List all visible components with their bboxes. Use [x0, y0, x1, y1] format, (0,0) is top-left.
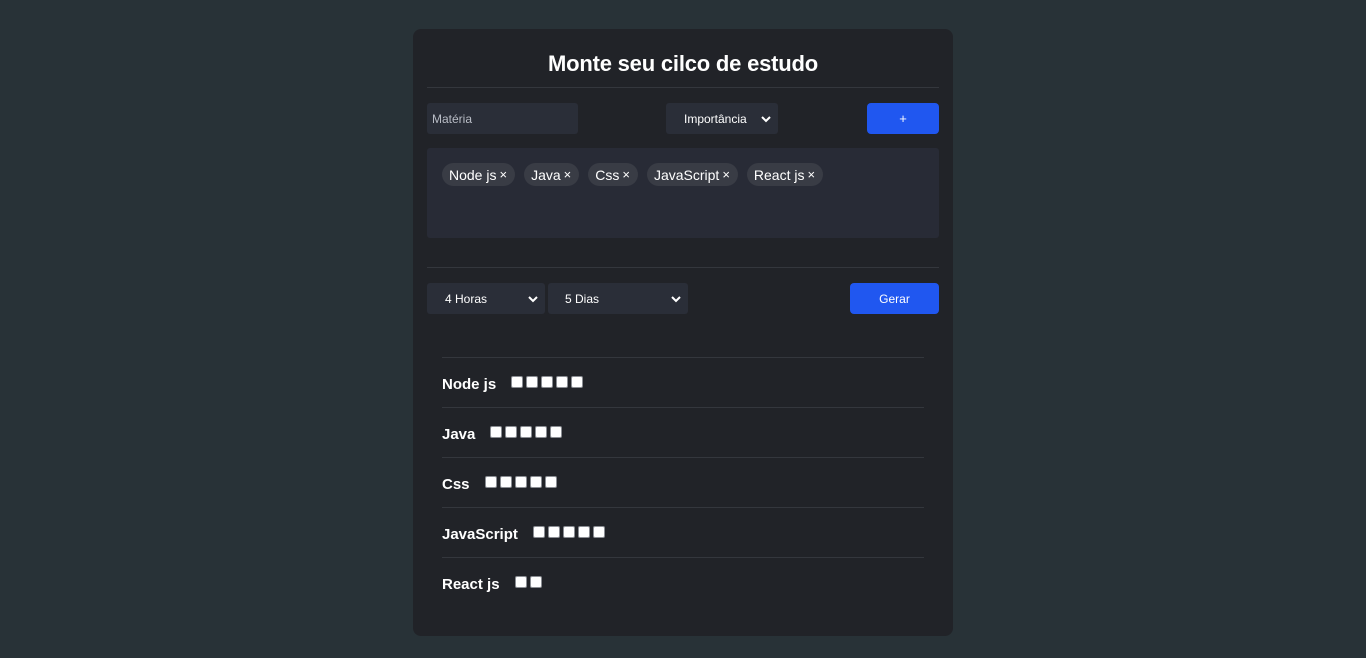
day-checkbox[interactable]: [499, 475, 512, 488]
hours-select[interactable]: 4 Horas: [427, 283, 545, 314]
schedule-row: Java: [442, 407, 924, 457]
schedule-list: Node js Java Css JavaScript React js: [442, 357, 924, 607]
remove-tag-icon[interactable]: ×: [499, 167, 507, 182]
day-checkbox[interactable]: [541, 375, 554, 388]
subject-tag-label: JavaScript: [653, 166, 720, 183]
subject-tag: JavaScript ×: [646, 163, 738, 186]
day-checkbox[interactable]: [577, 525, 590, 538]
day-checkboxes: [490, 425, 563, 438]
day-checkboxes: [484, 475, 557, 488]
day-checkbox[interactable]: [556, 375, 569, 388]
day-checkbox[interactable]: [514, 575, 527, 588]
day-checkbox[interactable]: [547, 525, 560, 538]
day-checkbox[interactable]: [490, 425, 503, 438]
schedule-row: React js: [442, 557, 924, 607]
subject-tag-label: Java: [531, 166, 561, 183]
day-checkbox[interactable]: [535, 425, 548, 438]
day-checkboxes: [532, 525, 605, 538]
importance-select-value: Importância: [684, 111, 747, 126]
hours-select-value: 4 Horas: [445, 291, 488, 306]
remove-tag-icon[interactable]: ×: [722, 167, 730, 182]
days-select-value: 5 Dias: [565, 291, 600, 306]
schedule-row: JavaScript: [442, 507, 924, 557]
section-divider: [427, 267, 939, 268]
schedule-subject: Css: [442, 476, 470, 493]
subject-tag: Css ×: [588, 163, 638, 186]
study-cycle-card: Monte seu cilco de estudo Importância + …: [413, 29, 953, 636]
day-checkboxes: [514, 575, 542, 588]
subject-tag-label: Css: [595, 166, 620, 183]
day-checkbox[interactable]: [511, 375, 524, 388]
schedule-row: Node js: [442, 357, 924, 407]
day-checkbox[interactable]: [529, 475, 542, 488]
importance-select[interactable]: Importância: [666, 103, 778, 134]
day-checkbox[interactable]: [526, 375, 539, 388]
day-checkbox[interactable]: [550, 425, 563, 438]
generate-button[interactable]: Gerar: [850, 283, 939, 314]
day-checkboxes: [511, 375, 584, 388]
remove-tag-icon[interactable]: ×: [807, 167, 815, 182]
schedule-subject: Java: [442, 426, 476, 443]
day-checkbox[interactable]: [514, 475, 527, 488]
day-checkbox[interactable]: [532, 525, 545, 538]
chevron-down-icon: [528, 295, 538, 302]
day-checkbox[interactable]: [520, 425, 533, 438]
day-checkbox[interactable]: [571, 375, 584, 388]
chevron-down-icon: [671, 295, 681, 302]
add-subject-button[interactable]: +: [867, 103, 939, 134]
day-checkbox[interactable]: [562, 525, 575, 538]
subject-tag: Java ×: [524, 163, 580, 186]
schedule-row: Css: [442, 457, 924, 507]
day-checkbox[interactable]: [529, 575, 542, 588]
schedule-subject: Node js: [442, 376, 497, 393]
chevron-down-icon: [761, 115, 771, 122]
days-select[interactable]: 5 Dias: [548, 283, 688, 314]
subject-input[interactable]: [427, 103, 578, 134]
remove-tag-icon[interactable]: ×: [564, 167, 572, 182]
subject-tags-area: Node js × Java × Css × JavaScript × Reac…: [427, 148, 939, 238]
subject-tag-label: React js: [753, 166, 805, 183]
schedule-subject: React js: [442, 576, 500, 593]
day-checkbox[interactable]: [592, 525, 605, 538]
day-checkbox[interactable]: [484, 475, 497, 488]
subject-tag-label: Node js: [449, 166, 497, 183]
day-checkbox[interactable]: [544, 475, 557, 488]
subject-tag: Node js ×: [442, 163, 516, 186]
title-divider: [427, 87, 939, 88]
schedule-subject: JavaScript: [442, 526, 518, 543]
remove-tag-icon[interactable]: ×: [622, 167, 630, 182]
page-title: Monte seu cilco de estudo: [547, 51, 819, 76]
day-checkbox[interactable]: [505, 425, 518, 438]
subject-tag: React js ×: [746, 163, 824, 186]
